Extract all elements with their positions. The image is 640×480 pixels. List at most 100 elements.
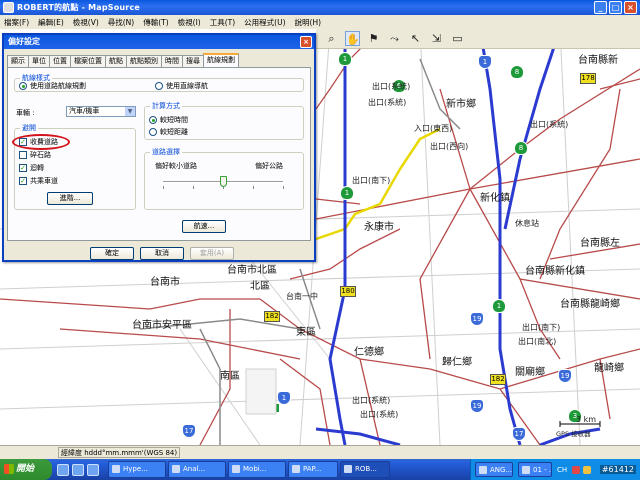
ie-icon[interactable]	[57, 463, 69, 476]
dialog-title: 偏好設定	[8, 37, 40, 46]
vehicle-select[interactable]: 汽車/機車 ▼	[66, 106, 136, 117]
menu-transfer[interactable]: 傳輸(T)	[143, 17, 168, 28]
map-toolbar: ⌕ ✋ ⚑ ⤳ ↖ ⇲ ▭	[316, 29, 640, 49]
title-bar: ROBERT的航點 - MapSource _ □ ×	[0, 0, 640, 15]
menu-help[interactable]: 說明(H)	[295, 17, 322, 28]
map-label: 關廟鄉	[515, 367, 545, 378]
prefer-highways-label: 偏好公路	[255, 162, 283, 170]
menu-tools[interactable]: 工具(T)	[210, 17, 235, 28]
scale-label: 3 km	[576, 415, 597, 424]
tab-time[interactable]: 時間	[161, 55, 183, 67]
radio-road-routing[interactable]: 使用道路航線規劃	[19, 81, 86, 91]
tab-routing[interactable]: 航線規劃	[203, 53, 239, 67]
map-label: 出口(西向)	[430, 142, 469, 151]
map-label: 台南縣新化鎮	[525, 266, 585, 277]
map-label: 台南市	[150, 277, 180, 288]
tab-waypoint-categories[interactable]: 航點類別	[126, 55, 162, 67]
coord-format: 經緯度 hddd°mm.mmm'(WGS 84)	[58, 447, 181, 458]
tab-display[interactable]: 顯示	[7, 55, 29, 67]
tab-position[interactable]: 位置	[49, 55, 71, 67]
calc-method-label: 計算方式	[150, 101, 182, 111]
hand-icon[interactable]: ✋	[345, 31, 360, 46]
start-button[interactable]: 開始	[0, 459, 52, 480]
radio-direct-nav-label: 使用直線導航	[166, 82, 208, 90]
taskbar-item[interactable]: Anal...	[168, 461, 226, 478]
menu-view[interactable]: 檢視(V)	[73, 17, 99, 28]
route-icon[interactable]: ⤳	[387, 31, 402, 46]
map-label: 出口(南下)	[352, 176, 391, 185]
highway-shield: 1	[492, 299, 506, 313]
cancel-button[interactable]: 取消	[140, 247, 184, 260]
checkbox-gravel-label: 碎石路	[30, 151, 51, 159]
flag-icon[interactable]: ⚑	[366, 31, 381, 46]
taskbar: 開始 Hype... Anal... Mobi... PAP... ROB...…	[0, 459, 640, 480]
minimize-button[interactable]: _	[594, 1, 607, 14]
mail-icon[interactable]	[87, 463, 99, 476]
map-label: 台南縣左	[580, 238, 620, 249]
tab-search[interactable]: 搜尋	[182, 55, 204, 67]
menu-edit[interactable]: 編輯(E)	[38, 17, 64, 28]
map-label: 出口(系統)	[372, 82, 411, 91]
menu-find[interactable]: 尋找(N)	[108, 17, 134, 28]
avoid-label: 避開	[20, 123, 38, 133]
radio-direct-nav[interactable]: 使用直線導航	[155, 81, 208, 91]
radio-shorter-distance-label: 較短距離	[160, 128, 188, 136]
pointer-icon[interactable]: ↖	[408, 31, 423, 46]
tab-units[interactable]: 單位	[28, 55, 50, 67]
preferences-dialog: 偏好設定 × 顯示 單位 位置 檔案位置 航點 航點類別 時間 搜尋 航線規劃 …	[2, 33, 316, 262]
tray-icon[interactable]	[583, 465, 592, 474]
taskbar-item[interactable]: Hype...	[108, 461, 166, 478]
menu-view2[interactable]: 檢視(I)	[178, 17, 201, 28]
quick-launch	[52, 463, 108, 476]
checkbox-u-turns[interactable]: ✓ 迴轉	[19, 163, 44, 173]
gps-label: GPS 接收器	[556, 430, 591, 438]
taskbar-item[interactable]: Mobi...	[228, 461, 286, 478]
dialog-close-button[interactable]: ×	[300, 36, 312, 48]
map-label: 南區	[220, 371, 240, 382]
radio-dot-off	[155, 82, 163, 90]
map-label: 仁德鄉	[354, 347, 384, 358]
routing-panel: 航線樣式 使用道路航線規劃 使用直線導航 車輛 : 汽車/機車 ▼ 計算方式 較…	[7, 67, 311, 241]
map-label: 東區	[296, 327, 316, 338]
language-indicator[interactable]: CH	[557, 466, 567, 474]
map-label: 新市鄉	[446, 99, 476, 110]
apply-button[interactable]: 套用(A)	[190, 247, 234, 260]
advanced-button[interactable]: 進階...	[47, 192, 93, 205]
route-badge: 178	[580, 73, 596, 84]
ok-button[interactable]: 確定	[90, 247, 134, 260]
distance-icon[interactable]: ⇲	[429, 31, 444, 46]
window-title: ROBERT的航點 - MapSource	[17, 3, 141, 12]
menu-utilities[interactable]: 公用程式(U)	[244, 17, 285, 28]
tab-strip: 顯示 單位 位置 檔案位置 航點 航點類別 時間 搜尋 航線規劃	[7, 53, 239, 67]
map-label: 新化鎮	[480, 193, 510, 204]
map-label: 台南一中	[286, 292, 318, 301]
radio-shorter-time[interactable]: 較短時間	[149, 115, 188, 125]
highway-shield: 8	[510, 65, 524, 79]
taskbar-item[interactable]: 01 - ...	[518, 462, 552, 477]
map-label: 台南市安平區	[132, 320, 192, 331]
checkbox-u-turns-label: 迴轉	[30, 164, 44, 172]
taskbar-item[interactable]: ANG...	[475, 462, 513, 477]
tab-waypoints[interactable]: 航點	[105, 55, 127, 67]
slider-thumb[interactable]	[220, 176, 227, 187]
checkbox-carpool[interactable]: ✓ 共乘車道	[19, 176, 58, 186]
tab-file-locations[interactable]: 檔案位置	[70, 55, 106, 67]
map-label: 北區	[250, 281, 270, 292]
menu-file[interactable]: 檔案(F)	[4, 17, 29, 28]
taskbar-item[interactable]: ROB...	[340, 461, 390, 478]
gps-icon[interactable]: ▭	[450, 31, 465, 46]
vehicle-value: 汽車/機車	[69, 107, 100, 115]
taskbar-item[interactable]: PAP...	[288, 461, 338, 478]
system-tray: ANG... 01 - ... CH #61412	[470, 459, 640, 480]
maximize-button[interactable]: □	[609, 1, 622, 14]
national-shield: 19	[558, 369, 572, 383]
radio-dot-on	[149, 116, 157, 124]
checkbox-gravel[interactable]: 碎石路	[19, 150, 51, 160]
speeds-button[interactable]: 航速...	[182, 220, 226, 233]
desktop-icon[interactable]	[72, 463, 84, 476]
zoom-icon[interactable]: ⌕	[324, 31, 339, 46]
radio-shorter-distance[interactable]: 較短距離	[149, 127, 188, 137]
route-badge: 182	[264, 311, 280, 322]
tray-icon[interactable]	[572, 465, 581, 474]
close-button[interactable]: ×	[624, 1, 637, 14]
